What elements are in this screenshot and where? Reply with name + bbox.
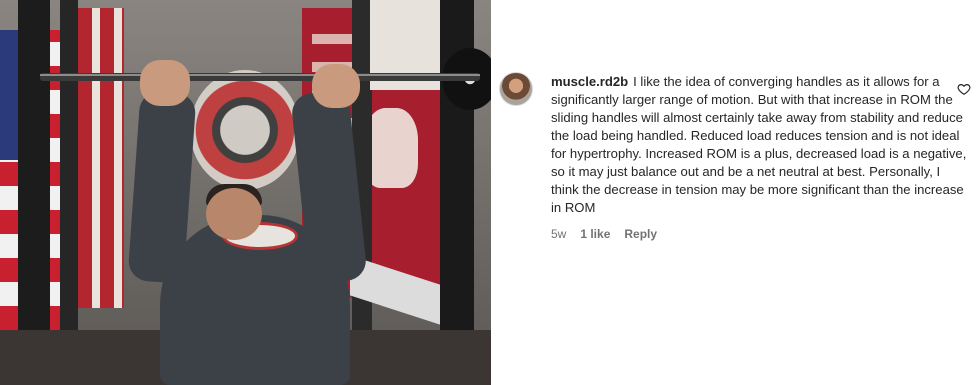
rack-upright-left-inner: [60, 0, 78, 385]
barbell-highlight: [40, 74, 480, 76]
person-head: [206, 188, 262, 240]
person-right-hand: [312, 64, 360, 108]
reply-button[interactable]: Reply: [624, 227, 657, 241]
person-left-hand: [140, 60, 190, 106]
post-image[interactable]: [0, 0, 491, 385]
gym-sign-graphic: [190, 70, 300, 190]
avatar[interactable]: [499, 72, 533, 106]
comment-timestamp[interactable]: 5w: [551, 227, 566, 241]
heart-outline-icon[interactable]: [957, 82, 971, 96]
comment-likes[interactable]: 1 like: [580, 227, 610, 241]
comment-text: I like the idea of converging handles as…: [551, 74, 967, 215]
comments-panel: muscle.rd2b I like the idea of converging…: [491, 0, 980, 385]
post-view: muscle.rd2b I like the idea of converging…: [0, 0, 980, 385]
comment-text-block: muscle.rd2b I like the idea of converging…: [551, 70, 969, 217]
comment-username[interactable]: muscle.rd2b: [551, 74, 628, 89]
comment-meta: 5w 1 like Reply: [551, 227, 969, 241]
rack-upright-left: [18, 0, 50, 385]
banner-left-graphic: [78, 8, 124, 308]
comment-body: muscle.rd2b I like the idea of converging…: [551, 70, 969, 241]
comment-item: muscle.rd2b I like the idea of converging…: [499, 70, 969, 241]
banner-logo-graphic: [364, 108, 418, 188]
